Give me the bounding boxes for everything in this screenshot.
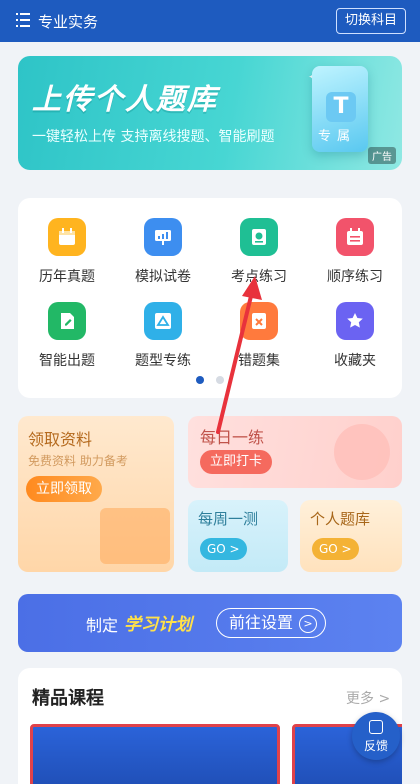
materials-title: 领取资料 [28,430,93,449]
plan-highlight: 学习计划 [124,615,192,635]
go-settings-label: 前往设置 [229,613,294,632]
feedback-button[interactable]: 反馈 [352,712,400,760]
ad-badge: 广告 [368,147,396,164]
grid-item-label: 模拟试卷 [135,269,191,285]
subject-title[interactable]: 专业实务 [38,11,98,32]
grid-item-mock-exam[interactable]: 模拟试卷 [114,218,210,288]
star-icon [336,302,374,340]
grid-item-label: 历年真题 [39,269,95,285]
document-illustration: T 专属 [312,66,368,152]
doc-caption: 专属 [318,129,357,144]
doc-letter: T [326,92,356,122]
grid-item-past-exams[interactable]: 历年真题 [18,218,114,288]
personal-go-button[interactable]: GO > [312,538,359,560]
materials-subtitle: 免费资料 助力备考 [28,454,128,468]
page-dot-active[interactable] [196,376,204,384]
daily-practice-title: 每日一练 [200,428,265,447]
courses-title: 精品课程 [32,688,104,709]
grid-item-label: 智能出题 [39,353,95,369]
premium-courses-section: 精品课程 更多 > [18,668,402,784]
weekly-test-title: 每周一测 [198,510,259,528]
grid-item-label: 考点练习 [231,269,287,285]
edit-icon [369,720,383,734]
go-settings-button[interactable]: 前往设置 > [216,608,327,638]
banner-subtitle: 一键轻松上传 支持离线搜题、智能刷题 [32,129,275,145]
calendar-list-icon [336,218,374,256]
edit-doc-icon [48,302,86,340]
weekly-test-card[interactable]: 每周一测 GO > [188,500,288,572]
folder-illustration [100,508,170,564]
grid-item-smart-questions[interactable]: 智能出题 [18,302,114,372]
page-dot[interactable] [216,376,224,384]
triangle-icon [144,302,182,340]
feature-grid: 历年真题 模拟试卷 考点练习 顺序练习 智能出题 题型专练 错题集 收藏夹 [18,198,402,398]
upload-bank-banner[interactable]: 上传个人题库 一键轻松上传 支持离线搜题、智能刷题 ✦ T 专属 广告 [18,56,402,170]
pencil-illustration [334,424,390,480]
more-link[interactable]: 更多 > [346,688,390,708]
daily-practice-card[interactable]: 每日一练 立即打卡 [188,416,402,488]
weekly-go-button[interactable]: GO > [200,538,247,560]
materials-card[interactable]: 领取资料 免费资料 助力备考 立即领取 [18,416,174,572]
top-bar: 专业实务 切换科目 [0,0,420,42]
grid-item-label: 收藏夹 [334,353,376,369]
study-plan-banner[interactable]: 制定 学习计划 前往设置 > [18,594,402,652]
personal-bank-card[interactable]: 个人题库 GO > [300,500,402,572]
calendar-icon [48,218,86,256]
switch-subject-button[interactable]: 切换科目 [335,8,406,34]
banner-title: 上传个人题库 [32,82,219,116]
grid-item-wrong-questions[interactable]: 错题集 [210,302,306,372]
grid-item-favorites[interactable]: 收藏夹 [306,302,402,372]
grid-item-label: 题型专练 [135,353,191,369]
course-thumbnail[interactable] [30,724,280,784]
badge-icon [240,218,278,256]
list-menu-icon[interactable] [16,12,30,28]
wrong-doc-icon [240,302,278,340]
chevron-right-icon: > [299,614,318,633]
grid-item-topic-practice[interactable]: 考点练习 [210,218,306,288]
claim-now-button[interactable]: 立即领取 [26,476,102,502]
grid-item-sequential-practice[interactable]: 顺序练习 [306,218,402,288]
grid-item-label: 顺序练习 [327,269,383,285]
feedback-label: 反馈 [363,739,388,753]
check-in-button[interactable]: 立即打卡 [200,450,273,474]
plan-prefix: 制定 [86,616,119,635]
grid-item-question-types[interactable]: 题型专练 [114,302,210,372]
personal-bank-title: 个人题库 [310,510,371,528]
grid-item-label: 错题集 [238,353,280,369]
presentation-icon [144,218,182,256]
